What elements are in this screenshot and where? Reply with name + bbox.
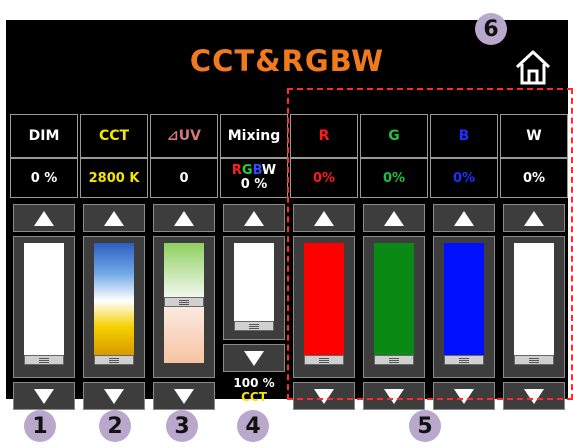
callout-badge-2: 2 (99, 410, 131, 442)
cct-slider[interactable] (83, 236, 145, 378)
arrow-down-icon (104, 388, 124, 404)
page-title: CCT&RGBW (189, 44, 385, 78)
mixing-slider-handle[interactable] (234, 321, 274, 331)
mix-letter-g: G (241, 163, 253, 178)
mixing-slider[interactable] (223, 236, 285, 340)
dim-down-button[interactable] (13, 382, 75, 410)
arrow-up-icon (34, 210, 54, 226)
arrow-up-icon (244, 210, 264, 226)
mixing-cct-percent: 100 % (233, 376, 275, 390)
cct-bar (94, 243, 134, 363)
home-button[interactable] (513, 47, 553, 87)
callout-badge-6: 6 (475, 13, 507, 45)
mix-letter-r: R (231, 163, 242, 178)
cct-down-button[interactable] (83, 382, 145, 410)
mixing-up-button[interactable] (223, 204, 285, 232)
mixing-cct-readout: 100 % CCT (220, 376, 288, 404)
cct-value: 2800 K (80, 158, 148, 198)
arrow-up-icon (104, 210, 124, 226)
uv-up-button[interactable] (153, 204, 215, 232)
callout-badge-3: 3 (166, 410, 198, 442)
dim-label: DIM (10, 114, 78, 158)
mixing-cct-label: CCT (241, 390, 267, 404)
callout-badge-4: 4 (237, 410, 269, 442)
dim-slider-handle[interactable] (24, 355, 64, 365)
rgbw-highlight-box (287, 88, 573, 400)
dim-slider[interactable] (13, 236, 75, 378)
mixing-label: Mixing (220, 114, 288, 158)
uv-label: ⊿UV (150, 114, 218, 158)
uv-slider-handle[interactable] (164, 297, 204, 307)
arrow-down-icon (34, 388, 54, 404)
arrow-down-icon (244, 350, 264, 366)
mixing-rgbw-letters: RGBW (232, 164, 276, 178)
callout-badge-5: 5 (409, 410, 441, 442)
arrow-down-icon (174, 388, 194, 404)
cct-slider-handle[interactable] (94, 355, 134, 365)
mix-letter-b: B (252, 163, 262, 178)
mixing-bar (234, 243, 274, 331)
dim-value: 0 % (10, 158, 78, 198)
callout-badge-1: 1 (24, 410, 56, 442)
uv-down-button[interactable] (153, 382, 215, 410)
mixing-down-button[interactable] (223, 344, 285, 372)
mixing-value-cell: RGBW 0 % (220, 158, 288, 198)
mix-letter-w: W (261, 163, 277, 178)
arrow-up-icon (174, 210, 194, 226)
uv-slider[interactable] (153, 236, 215, 378)
dim-bar (24, 243, 64, 363)
dim-up-button[interactable] (13, 204, 75, 232)
uv-value: 0 (150, 158, 218, 198)
mixing-value: 0 % (240, 177, 268, 192)
cct-up-button[interactable] (83, 204, 145, 232)
home-icon (515, 50, 551, 85)
cct-label: CCT (80, 114, 148, 158)
